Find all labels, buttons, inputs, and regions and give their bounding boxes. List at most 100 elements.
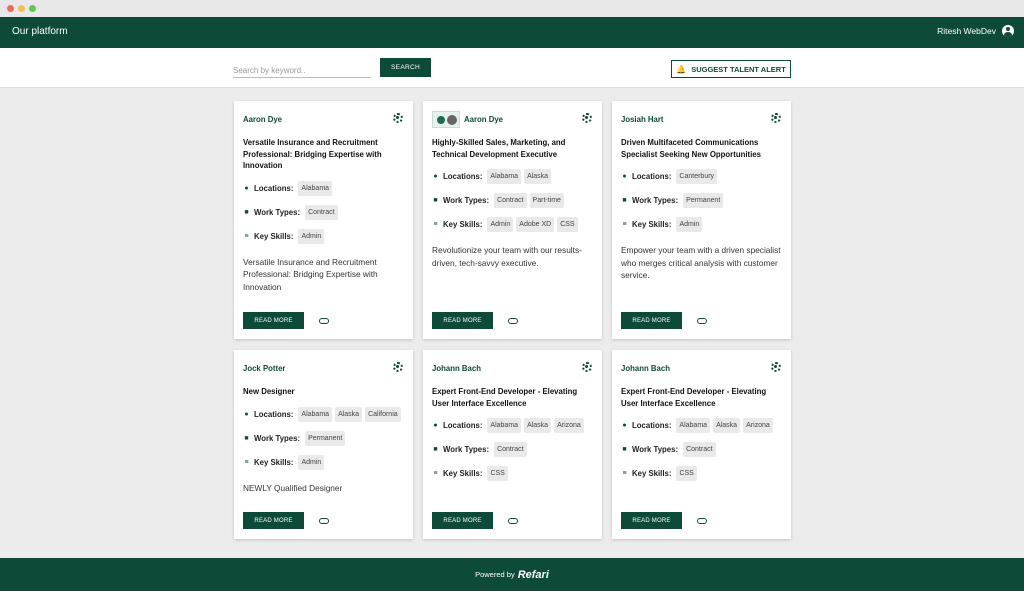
candidate-card: Johann Bach Expert Front-End Developer - … [423,350,602,539]
work-type-tag: Contract [305,204,338,220]
user-menu[interactable]: Ritesh WebDev [937,25,1014,37]
skill-tag: Admin [676,217,703,232]
refari-logo[interactable]: Refari [518,569,549,581]
briefcase-icon: ■ [622,197,627,204]
candidate-summary: Empower your team with a driven speciali… [621,245,781,280]
candidate-name[interactable]: Jock Potter [243,364,285,373]
locations-row: ● Locations: Alabama Alaska Arizona [621,418,782,433]
location-pin-icon: ● [433,422,438,429]
location-tag: Alaska [524,418,552,433]
candidate-summary: Revolutionize your team with our results… [432,245,582,268]
candidate-title: Expert Front-End Developer - Elevating U… [432,387,578,408]
work-type-tag: Part-time [529,193,564,208]
work-type-tag: Permanent [683,193,724,208]
candidate-title: Highly-Skilled Sales, Marketing, and Tec… [432,138,566,159]
minimize-window-dot[interactable] [18,5,25,12]
list-icon: ≡ [244,458,249,466]
location-pin-icon: ● [622,422,627,429]
read-more-button[interactable]: READ MORE [621,312,682,329]
bell-icon: 🔔 [676,64,687,74]
locations-row: ● Locations: Canterbury [621,169,782,184]
copy-link-icon[interactable] [508,517,518,524]
read-more-button[interactable]: READ MORE [243,312,304,329]
location-pin-icon: ● [244,410,249,418]
card-header: Aaron Dye [432,101,593,137]
candidate-card: Aaron Dye Highly-Skilled Sales, Marketing… [423,101,602,339]
list-icon: ≡ [622,470,627,477]
top-navigation-bar: Our platform Ritesh WebDev [0,17,1024,48]
skill-tag: Admin [487,217,514,232]
list-icon: ≡ [433,470,438,477]
location-tag: Arizona [554,418,584,433]
locations-label: Locations: [443,421,483,430]
card-header: Josiah Hart [621,101,782,137]
powered-by-text: Powered by [475,570,515,579]
candidate-name[interactable]: Aaron Dye [464,115,503,124]
work-types-label: Work Types: [632,445,679,454]
work-types-row: ■ Work Types: Contract Part-time [432,193,593,208]
copy-link-icon[interactable] [697,517,707,524]
card-header: Aaron Dye [243,101,404,137]
settings-gear-icon[interactable] [393,113,403,123]
copy-link-icon[interactable] [319,517,329,524]
work-type-tag: Permanent [305,430,346,446]
candidate-name[interactable]: Johann Bach [432,364,481,373]
copy-link-icon[interactable] [319,317,329,324]
search-button[interactable]: SEARCH [380,58,431,77]
key-skills-row: ≡ Key Skills: Admin Adobe XD CSS [432,217,593,232]
user-name: Ritesh WebDev [937,26,996,36]
suggest-talent-alert-button[interactable]: 🔔 SUGGEST TALENT ALERT [671,60,791,78]
location-tag: Alabama [676,418,711,433]
settings-gear-icon[interactable] [771,362,781,372]
card-header: Johann Bach [621,350,782,386]
copy-link-icon[interactable] [508,317,518,324]
candidate-card: Johann Bach Expert Front-End Developer - … [612,350,791,539]
close-window-dot[interactable] [7,5,14,12]
candidate-summary: Versatile Insurance and Recruitment Prof… [243,256,378,292]
skill-tag: CSS [557,217,578,232]
location-tag: Arizona [743,418,773,433]
location-tag: Alabama [298,406,333,422]
candidate-name[interactable]: Josiah Hart [621,115,663,124]
key-skills-row: ≡ Key Skills: Admin [621,217,782,232]
locations-label: Locations: [443,172,483,181]
settings-gear-icon[interactable] [771,113,781,123]
key-skills-row: ≡ Key Skills: CSS [621,466,782,481]
card-header: Johann Bach [432,350,593,386]
locations-row: ● Locations: Alabama Alaska Arizona [432,418,593,433]
location-tag: Alabama [487,418,522,433]
candidate-name[interactable]: Aaron Dye [243,115,282,124]
user-account-icon[interactable] [1002,25,1014,37]
location-tag: Canterbury [676,169,718,184]
card-actions: READ MORE [621,512,707,529]
settings-gear-icon[interactable] [582,113,592,123]
location-tag: Alabama [298,180,333,196]
location-tag: Alaska [524,169,552,184]
maximize-window-dot[interactable] [29,5,36,12]
candidate-title: Versatile Insurance and Recruitment Prof… [243,138,382,170]
search-input[interactable] [233,63,371,78]
locations-row: ● Locations: Alabama Alaska [432,169,593,184]
read-more-button[interactable]: READ MORE [621,512,682,529]
platform-title[interactable]: Our platform [12,26,68,37]
work-types-row: ■ Work Types: Contract [243,204,404,220]
read-more-button[interactable]: READ MORE [432,512,493,529]
search-toolbar: SEARCH 🔔 SUGGEST TALENT ALERT [0,48,1024,88]
candidate-summary: NEWLY Qualified Designer [243,482,343,493]
read-more-button[interactable]: READ MORE [243,512,304,529]
window-chrome [0,0,1024,17]
locations-label: Locations: [632,172,672,181]
candidate-card: Jock Potter New Designer ● Locations: Alabam… [234,350,413,539]
locations-row: ● Locations: Alabama [243,180,404,196]
candidate-name[interactable]: Johann Bach [621,364,670,373]
candidate-title: New Designer [243,387,295,396]
settings-gear-icon[interactable] [582,362,592,372]
card-actions: READ MORE [621,312,707,329]
card-actions: READ MORE [432,512,518,529]
card-header: Jock Potter [243,350,404,386]
location-tag: California [365,406,401,422]
copy-link-icon[interactable] [697,317,707,324]
settings-gear-icon[interactable] [393,362,403,372]
locations-label: Locations: [632,421,672,430]
read-more-button[interactable]: READ MORE [432,312,493,329]
